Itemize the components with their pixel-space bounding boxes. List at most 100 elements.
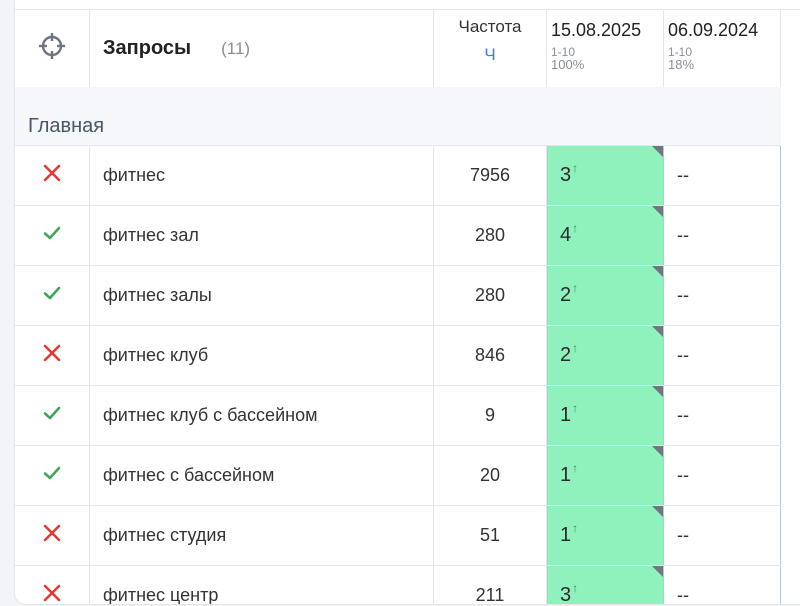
position-cell-previous[interactable]: -- — [664, 326, 781, 385]
arrow-up-icon: ↑ — [572, 520, 579, 535]
header-query-cell: Запросы (11) — [90, 10, 434, 87]
status-cell[interactable] — [15, 386, 90, 445]
check-icon[interactable] — [42, 463, 62, 488]
cross-icon[interactable] — [42, 523, 62, 548]
date-label: 15.08.2025 — [551, 20, 642, 40]
query-cell: фитнес с бассейном — [90, 446, 434, 505]
table-row[interactable]: фитнес клуб с бассейном 9 1 ↑ -- — [15, 386, 781, 446]
position-cell-current[interactable]: 3 ↑ — [547, 566, 664, 605]
header-target-cell[interactable] — [15, 10, 90, 87]
position-cell-current[interactable]: 1 ↑ — [547, 446, 664, 505]
query-cell: фитнес зал — [90, 206, 434, 265]
corner-marker-icon — [652, 146, 663, 157]
status-cell[interactable] — [15, 266, 90, 325]
frequency-cell: 9 — [434, 386, 547, 445]
position-value: 2 — [560, 344, 572, 366]
position-value: -- — [677, 405, 689, 425]
group-row: Главная — [15, 87, 781, 146]
position-value: -- — [677, 465, 689, 485]
position-value: -- — [677, 165, 689, 185]
frequency-cell: 280 — [434, 266, 547, 325]
crosshair-icon[interactable] — [37, 31, 67, 66]
corner-marker-icon — [652, 326, 663, 337]
query-text: фитнес клуб с бассейном — [103, 405, 318, 425]
arrow-up-icon: ↑ — [572, 160, 579, 175]
frequency-label: Частота — [458, 17, 522, 36]
position-cell-previous[interactable]: -- — [664, 206, 781, 265]
corner-marker-icon — [652, 266, 663, 277]
corner-marker-icon — [652, 206, 663, 217]
position-cell-previous[interactable]: -- — [664, 386, 781, 445]
top-percent-label: 100% — [551, 57, 585, 72]
status-cell[interactable] — [15, 146, 90, 205]
position-cell-previous[interactable]: -- — [664, 446, 781, 505]
check-icon[interactable] — [42, 223, 62, 248]
table-row[interactable]: фитнес зал 280 4 ↑ -- — [15, 206, 781, 266]
query-text: фитнес студия — [103, 525, 227, 545]
table-row[interactable]: фитнес центр 211 3 ↑ -- — [15, 566, 781, 605]
position-cell-current[interactable]: 2 ↑ — [547, 326, 664, 385]
status-cell[interactable] — [15, 206, 90, 265]
status-cell[interactable] — [15, 446, 90, 505]
table-row[interactable]: фитнес студия 51 1 ↑ -- — [15, 506, 781, 566]
query-text: фитнес — [103, 165, 166, 185]
table-header: Запросы (11) Частота Ч 15.08.2025 1-10 1… — [15, 10, 781, 87]
arrow-up-icon: ↑ — [572, 580, 579, 595]
frequency-value: 9 — [484, 405, 495, 425]
position-value: 1 — [560, 524, 572, 546]
position-cell-previous[interactable]: -- — [664, 146, 781, 205]
group-name: Главная — [28, 115, 105, 137]
status-cell[interactable] — [15, 506, 90, 565]
frequency-value: 20 — [479, 465, 501, 485]
query-text: фитнес залы — [103, 285, 212, 305]
frequency-value: 51 — [479, 525, 501, 545]
header-date-column-2[interactable]: 06.09.2024 1-10 18% — [664, 10, 781, 87]
check-icon[interactable] — [42, 403, 62, 428]
table-row[interactable]: фитнес залы 280 2 ↑ -- — [15, 266, 781, 326]
query-cell: фитнес — [90, 146, 434, 205]
query-cell: фитнес студия — [90, 506, 434, 565]
position-cell-current[interactable]: 2 ↑ — [547, 266, 664, 325]
status-cell[interactable] — [15, 326, 90, 385]
position-cell-current[interactable]: 1 ↑ — [547, 506, 664, 565]
position-cell-current[interactable]: 1 ↑ — [547, 386, 664, 445]
check-icon[interactable] — [42, 283, 62, 308]
header-frequency-cell: Частота Ч — [434, 10, 547, 87]
position-cell-current[interactable]: 4 ↑ — [547, 206, 664, 265]
arrow-up-icon: ↑ — [572, 460, 579, 475]
frequency-value: 7956 — [469, 165, 511, 185]
position-cell-current[interactable]: 3 ↑ — [547, 146, 664, 205]
query-cell: фитнес клуб — [90, 326, 434, 385]
table-row[interactable]: фитнес клуб 846 2 ↑ -- — [15, 326, 781, 386]
arrow-up-icon: ↑ — [572, 280, 579, 295]
frequency-type-link[interactable]: Ч — [434, 45, 546, 65]
position-value: 3 — [560, 584, 572, 605]
position-cell-previous[interactable]: -- — [664, 506, 781, 565]
frequency-cell: 846 — [434, 326, 547, 385]
position-value: 3 — [560, 164, 572, 186]
table-row[interactable]: фитнес 7956 3 ↑ -- — [15, 146, 781, 206]
position-value: -- — [677, 525, 689, 545]
date-label: 06.09.2024 — [668, 20, 759, 40]
cross-icon[interactable] — [42, 343, 62, 368]
header-date-column-1[interactable]: 15.08.2025 1-10 100% — [547, 10, 664, 87]
cross-icon[interactable] — [42, 583, 62, 604]
corner-marker-icon — [652, 386, 663, 397]
frequency-cell: 20 — [434, 446, 547, 505]
position-cell-previous[interactable]: -- — [664, 266, 781, 325]
corner-marker-icon — [652, 446, 663, 457]
frequency-value: 280 — [474, 225, 506, 245]
position-value: 1 — [560, 404, 572, 426]
positions-panel: Запросы (11) Частота Ч 15.08.2025 1-10 1… — [14, 0, 800, 605]
frequency-value: 211 — [475, 585, 505, 605]
frequency-cell: 280 — [434, 206, 547, 265]
position-cell-previous[interactable]: -- — [664, 566, 781, 605]
position-value: -- — [677, 225, 689, 245]
status-cell[interactable] — [15, 566, 90, 604]
position-value: -- — [677, 585, 689, 605]
frequency-cell: 51 — [434, 506, 547, 565]
query-text: фитнес клуб — [103, 345, 209, 365]
position-value: -- — [677, 285, 689, 305]
table-row[interactable]: фитнес с бассейном 20 1 ↑ -- — [15, 446, 781, 506]
cross-icon[interactable] — [42, 163, 62, 188]
